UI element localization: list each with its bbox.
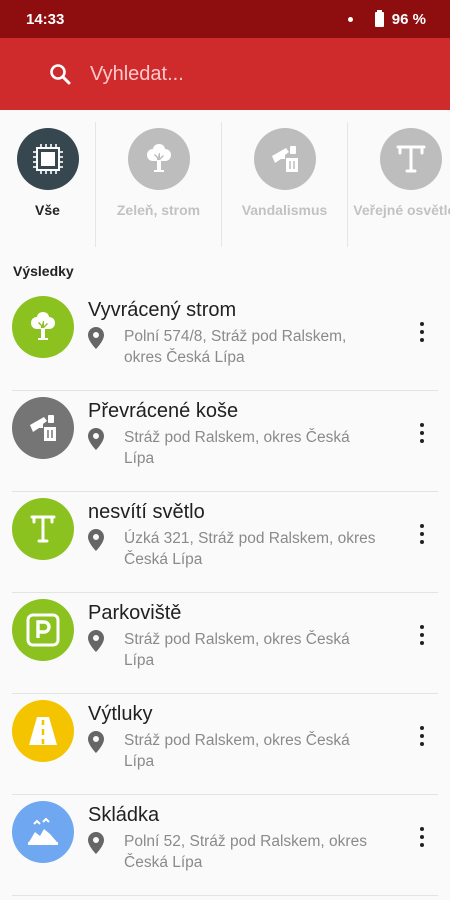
streetlight-icon (379, 128, 442, 190)
battery-level: 96 % (391, 10, 426, 28)
more-options-icon[interactable] (412, 722, 432, 750)
item-title: Parkoviště (88, 602, 182, 624)
item-title: Skládka (88, 804, 160, 826)
more-options-icon[interactable] (412, 520, 432, 548)
battery-icon (374, 9, 384, 27)
list-item[interactable]: Parkoviště Stráž pod Ralskem, okres Česk… (12, 593, 438, 694)
list-item[interactable]: Skládka Polní 52, Stráž pod Ralskem, okr… (12, 795, 438, 896)
app-bar (0, 38, 450, 110)
location-pin-icon (88, 630, 104, 652)
item-address: Polní 574/8, Stráž pod Ralskem, okres Če… (124, 328, 347, 366)
vandal-icon (253, 128, 316, 190)
item-address: Úzká 321, Stráž pod Ralskem, okres Česká… (124, 530, 376, 568)
road-icon (12, 700, 74, 762)
streetlight-icon (12, 498, 74, 560)
results-list: Vyvrácený strom Polní 574/8, Stráž pod R… (0, 290, 450, 896)
status-time: 14:33 (26, 10, 65, 28)
item-title: Převrácené koše (88, 400, 239, 422)
item-address: Stráž pod Ralskem, okres Česká Lípa (124, 429, 350, 467)
category-label: Zeleň, strom (116, 202, 201, 218)
list-item[interactable]: Výtluky Stráž pod Ralskem, okres Česká L… (12, 694, 438, 795)
location-pin-icon (88, 832, 104, 854)
tree-icon (127, 128, 190, 190)
status-bar: 14:33 96 % (0, 0, 450, 38)
parking-icon (12, 599, 74, 661)
item-address: Stráž pod Ralskem, okres Česká Lípa (124, 631, 350, 669)
more-options-icon[interactable] (412, 419, 432, 447)
category-bar: Vše Zeleň, strom Vandalismus Veřejné osv… (0, 110, 450, 260)
search-input[interactable] (90, 62, 390, 86)
more-options-icon[interactable] (412, 823, 432, 851)
category-label: Vandalismus (241, 202, 328, 218)
item-title: nesvítí světlo (88, 501, 205, 523)
location-pin-icon (88, 529, 104, 551)
location-pin-icon (88, 731, 104, 753)
item-address: Polní 52, Stráž pod Ralskem, okres Česká… (124, 833, 367, 871)
list-item[interactable]: nesvítí světlo Úzká 321, Stráž pod Ralsk… (12, 492, 438, 593)
item-title: Výtluky (88, 703, 153, 725)
more-options-icon[interactable] (412, 621, 432, 649)
all-icon (16, 128, 79, 190)
item-address: Stráž pod Ralskem, okres Česká Lípa (124, 732, 350, 770)
results-heading: Výsledky (13, 263, 74, 279)
search-icon[interactable] (48, 62, 72, 86)
category-label: Veřejné osvětlení (353, 202, 450, 218)
location-pin-icon (88, 428, 104, 450)
list-item[interactable]: Převrácené koše Stráž pod Ralskem, okres… (12, 391, 438, 492)
dump-icon (12, 801, 74, 863)
category-label: Vše (35, 202, 60, 218)
location-pin-icon (88, 327, 104, 349)
category-all[interactable]: Vše (0, 122, 96, 247)
vandal-icon (12, 397, 74, 459)
category-greenery[interactable]: Zeleň, strom (96, 122, 222, 247)
status-right: 96 % (347, 9, 426, 28)
notification-dot-icon (347, 16, 353, 22)
category-vandalism[interactable]: Vandalismus (222, 122, 348, 247)
category-lighting[interactable]: Veřejné osvětlení (348, 122, 450, 247)
tree-icon (12, 296, 74, 358)
more-options-icon[interactable] (412, 318, 432, 346)
item-title: Vyvrácený strom (88, 299, 237, 321)
list-item[interactable]: Vyvrácený strom Polní 574/8, Stráž pod R… (12, 290, 438, 391)
